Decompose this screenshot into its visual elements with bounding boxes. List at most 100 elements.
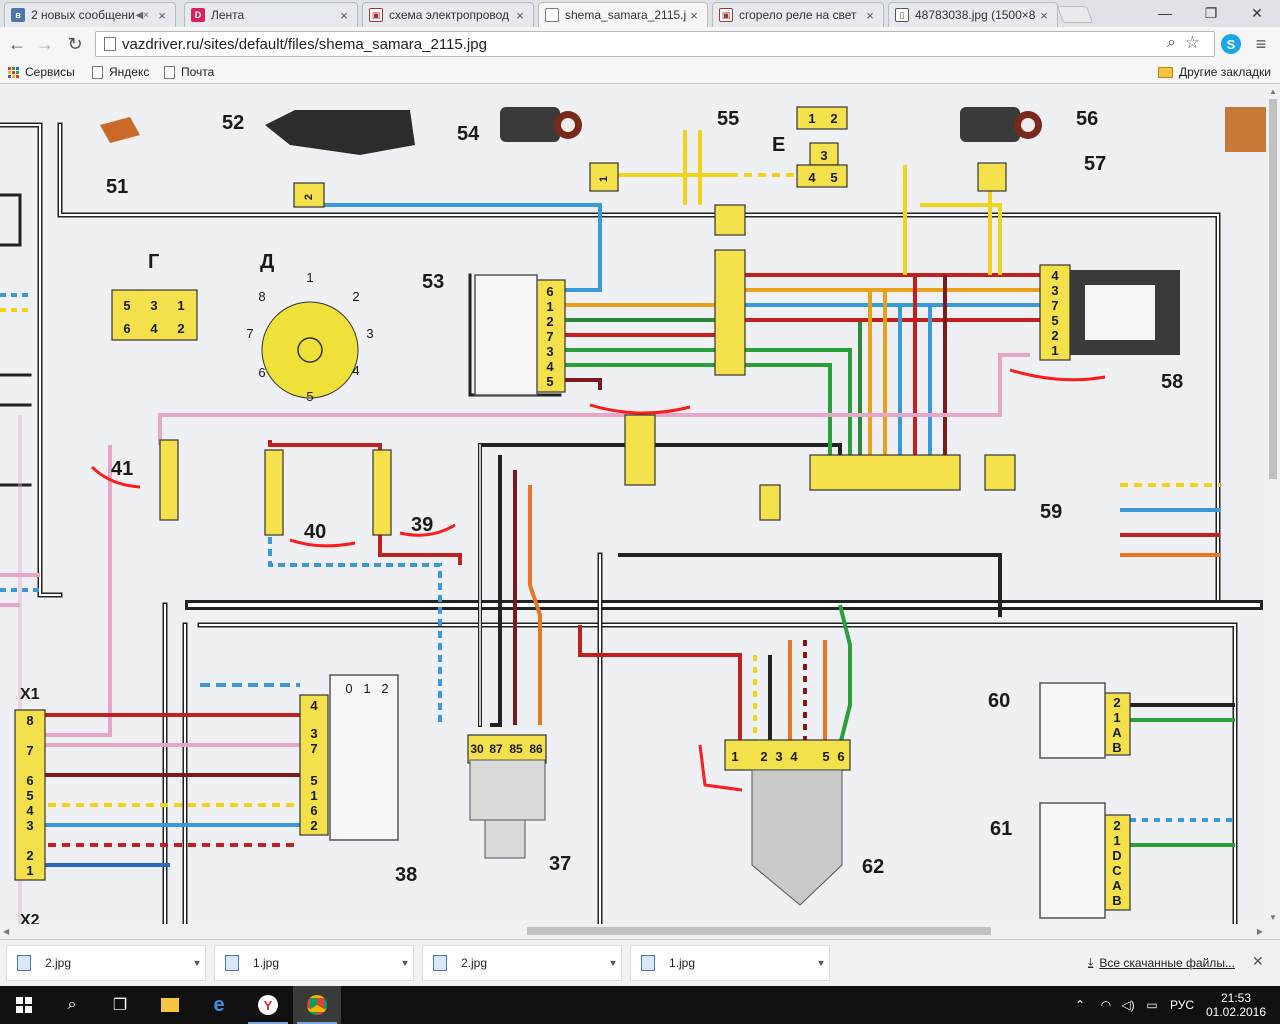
- pin-label: 4: [546, 359, 554, 374]
- label-39: 39: [411, 514, 433, 536]
- star-icon[interactable]: ☆: [1185, 33, 1200, 53]
- pin-label: 5: [822, 749, 829, 764]
- skype-icon[interactable]: S: [1221, 34, 1241, 54]
- scroll-thumb[interactable]: [527, 927, 991, 935]
- chevron-down-icon[interactable]: ▼: [189, 958, 205, 968]
- label-58: 58: [1161, 371, 1183, 393]
- pin-label: 3: [775, 749, 782, 764]
- pin-label: 1: [598, 176, 610, 182]
- start-button[interactable]: [0, 986, 48, 1024]
- scroll-thumb[interactable]: [1269, 99, 1277, 479]
- tab-schema[interactable]: ▣ схема электропровод ×: [362, 2, 534, 27]
- label-x2: X2: [20, 912, 40, 924]
- tab-shema-samara[interactable]: shema_samara_2115.jp ×: [538, 2, 708, 27]
- language-indicator[interactable]: РУС: [1166, 986, 1198, 1024]
- menu-icon[interactable]: ≡: [1250, 33, 1272, 55]
- download-item[interactable]: 2.jpg ▼: [6, 945, 206, 981]
- task-view-button[interactable]: ❐: [96, 986, 144, 1024]
- forward-arrow-icon[interactable]: →: [34, 33, 56, 55]
- label-37: 37: [549, 853, 571, 875]
- chevron-down-icon[interactable]: ▼: [605, 958, 621, 968]
- close-icon[interactable]: ×: [1037, 8, 1051, 23]
- downloads-shelf: 2.jpg ▼ 1.jpg ▼ 2.jpg ▼ 1.jpg ▼ ⤓ Все ск…: [0, 939, 1280, 986]
- pin-label: 5: [123, 298, 130, 313]
- bookmark-pochta[interactable]: Почта: [164, 63, 214, 81]
- chrome-icon: [307, 995, 327, 1015]
- close-icon[interactable]: ×: [513, 8, 527, 23]
- tab-label: сгорело реле на свет: [739, 8, 857, 22]
- close-icon[interactable]: ×: [337, 8, 351, 23]
- dial-number: 6: [258, 365, 265, 380]
- download-item[interactable]: 1.jpg ▼: [214, 945, 414, 981]
- edge-button[interactable]: e: [195, 986, 243, 1024]
- yandex-browser-button[interactable]: Y: [244, 986, 292, 1024]
- volume-icon[interactable]: ◁): [1118, 986, 1138, 1024]
- chevron-down-icon[interactable]: ▼: [813, 958, 829, 968]
- close-icon[interactable]: ×: [687, 8, 701, 23]
- download-item[interactable]: 2.jpg ▼: [422, 945, 622, 981]
- bookmark-yandex[interactable]: Яндекс: [92, 63, 149, 81]
- chevron-up-icon[interactable]: ⌃: [1070, 986, 1090, 1024]
- pin-label: 85: [509, 742, 523, 756]
- notification-icon[interactable]: ▭: [1142, 986, 1162, 1024]
- label-60: 60: [988, 690, 1010, 712]
- dial-number: 8: [258, 289, 265, 304]
- scroll-up-icon[interactable]: ▲: [1269, 87, 1277, 96]
- scroll-right-icon[interactable]: ▶: [1257, 927, 1263, 936]
- pin-label: B: [1112, 740, 1121, 755]
- all-downloads-link[interactable]: ⤓ Все скачанные файлы...: [1088, 955, 1235, 970]
- pin-label: 2: [1113, 695, 1120, 710]
- clock[interactable]: 21:53 01.02.2016: [1205, 986, 1267, 1024]
- clock-date: 01.02.2016: [1205, 1005, 1267, 1019]
- minimize-button[interactable]: —: [1142, 0, 1188, 26]
- scroll-down-icon[interactable]: ▼: [1269, 913, 1277, 922]
- edge-icon: e: [213, 993, 225, 1016]
- download-icon: ⤓: [1088, 955, 1094, 969]
- pin-label: 6: [310, 803, 317, 818]
- tab-label: 48783038.jpg (1500×8: [915, 8, 1036, 22]
- speaker-muted-icon[interactable]: ◀×: [135, 10, 149, 21]
- scroll-left-icon[interactable]: ◀: [3, 927, 9, 936]
- close-icon[interactable]: ✕: [1252, 953, 1264, 970]
- tab-48783038[interactable]: ▯ 48783038.jpg (1500×8 ×: [888, 2, 1058, 27]
- horizontal-scrollbar[interactable]: ◀ ▶: [0, 924, 1266, 938]
- pin-label: 1: [546, 299, 553, 314]
- vertical-scrollbar[interactable]: ▲ ▼: [1266, 85, 1280, 924]
- task-view-icon: ❐: [112, 997, 128, 1014]
- download-item[interactable]: 1.jpg ▼: [630, 945, 830, 981]
- folder-icon: [1158, 66, 1173, 78]
- label-57: 57: [1084, 153, 1106, 175]
- search-button[interactable]: ⌕: [48, 986, 96, 1024]
- other-bookmarks[interactable]: Другие закладки: [1158, 63, 1271, 81]
- pin-label: 4: [26, 803, 34, 818]
- chevron-down-icon[interactable]: ▼: [397, 958, 413, 968]
- reload-icon[interactable]: ↻: [64, 33, 86, 55]
- maximize-button[interactable]: ❐: [1188, 0, 1234, 26]
- page-icon: [104, 37, 116, 51]
- clock-time: 21:53: [1220, 991, 1252, 1005]
- close-icon[interactable]: ×: [155, 8, 169, 23]
- pin-label: 87: [489, 742, 503, 756]
- zoom-icon[interactable]: ⌕: [1167, 34, 1176, 52]
- close-icon[interactable]: ×: [863, 8, 877, 23]
- bookmarks-bar: Сервисы Яндекс Почта Другие закладки: [0, 60, 1280, 84]
- pin-label: 2: [26, 848, 33, 863]
- bookmark-services[interactable]: Сервисы: [8, 63, 75, 81]
- wifi-icon[interactable]: ◠: [1096, 986, 1116, 1024]
- pin-label: 2: [760, 749, 767, 764]
- tab-vk[interactable]: в 2 новых сообщени ◀× ×: [4, 2, 176, 27]
- explorer-button[interactable]: [146, 986, 194, 1024]
- back-arrow-icon[interactable]: ←: [6, 33, 28, 55]
- chrome-button[interactable]: [293, 986, 341, 1024]
- address-bar[interactable]: vazdriver.ru/sites/default/files/shema_s…: [95, 31, 1215, 57]
- pin-label: 4: [310, 698, 318, 713]
- label-52: 52: [222, 112, 244, 134]
- tab-rele[interactable]: ▣ сгорело реле на свет ×: [712, 2, 884, 27]
- image-icon: ▯: [895, 8, 909, 22]
- pin-label: 4: [808, 170, 816, 185]
- label-59: 59: [1040, 501, 1062, 523]
- pin-label: 3: [310, 726, 317, 741]
- tab-lenta[interactable]: D Лента ×: [184, 2, 358, 27]
- new-tab-button[interactable]: [1056, 6, 1094, 23]
- close-window-button[interactable]: ✕: [1234, 0, 1280, 26]
